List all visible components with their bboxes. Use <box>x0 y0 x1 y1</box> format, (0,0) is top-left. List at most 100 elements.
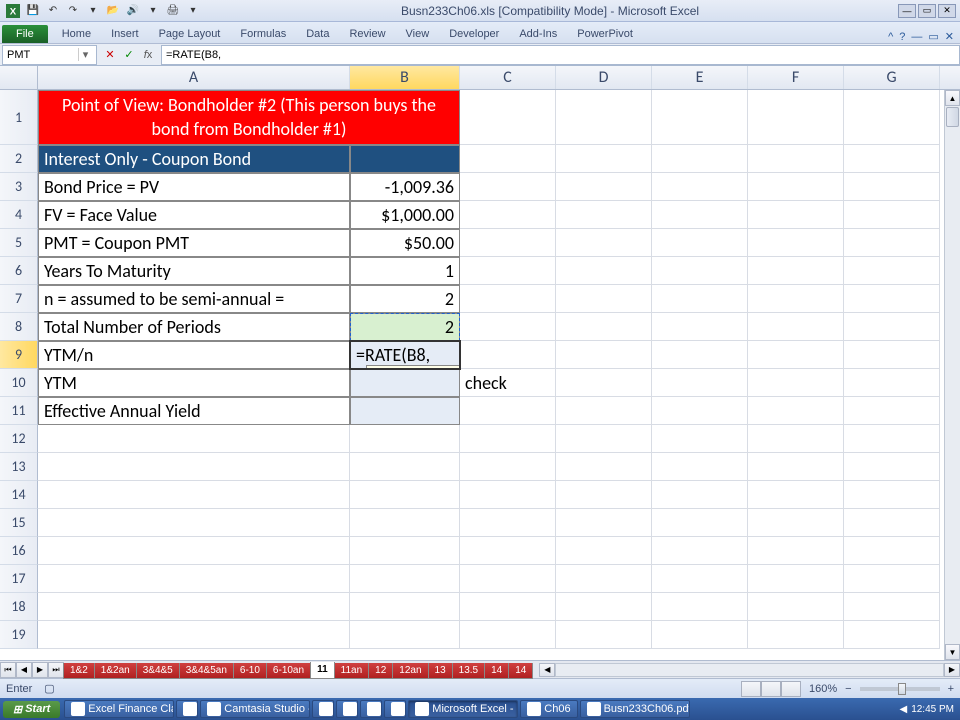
taskbar-item[interactable] <box>360 700 382 718</box>
scroll-thumb[interactable] <box>946 107 959 127</box>
taskbar-item[interactable] <box>384 700 406 718</box>
scroll-down-icon[interactable]: ▼ <box>945 644 960 660</box>
cell-B11[interactable] <box>350 397 460 425</box>
taskbar-item[interactable] <box>312 700 334 718</box>
select-all-corner[interactable] <box>0 66 38 89</box>
sheet-tab-1&2[interactable]: 1&2 <box>63 663 95 679</box>
sheet-tab-11[interactable]: 11 <box>310 662 335 679</box>
row-header-9[interactable]: 9 <box>0 341 38 369</box>
sheet-tab-13[interactable]: 13 <box>428 663 453 679</box>
hscroll-track[interactable] <box>555 663 944 677</box>
tab-insert[interactable]: Insert <box>101 25 149 43</box>
cell-A5[interactable]: PMT = Coupon PMT <box>38 229 350 257</box>
undo-icon[interactable]: ↶ <box>44 2 62 20</box>
vertical-scrollbar[interactable]: ▲ ▼ <box>944 90 960 660</box>
cell-A3[interactable]: Bond Price = PV <box>38 173 350 201</box>
zoom-out-icon[interactable]: − <box>845 683 851 695</box>
sheet-tab-6-10an[interactable]: 6-10an <box>266 663 311 679</box>
cell-A10[interactable]: YTM <box>38 369 350 397</box>
zoom-in-icon[interactable]: + <box>948 683 954 695</box>
taskbar-item[interactable]: Microsoft Excel - ... <box>408 700 518 718</box>
close-button[interactable]: ✕ <box>938 4 956 18</box>
tab-page-layout[interactable]: Page Layout <box>149 25 231 43</box>
cell-A4[interactable]: FV = Face Value <box>38 201 350 229</box>
cell-C1[interactable] <box>460 90 556 145</box>
row-header-17[interactable]: 17 <box>0 565 38 593</box>
tab-home[interactable]: Home <box>52 25 101 43</box>
sheet-tab-11an[interactable]: 11an <box>334 663 370 679</box>
sheet-tab-6-10[interactable]: 6-10 <box>233 663 267 679</box>
cell-A7[interactable]: n = assumed to be semi-annual = <box>38 285 350 313</box>
row-header-19[interactable]: 19 <box>0 621 38 649</box>
cell-A6[interactable]: Years To Maturity <box>38 257 350 285</box>
maximize-button[interactable]: ▭ <box>918 4 936 18</box>
col-header-G[interactable]: G <box>844 66 940 89</box>
sheet-tab-14[interactable]: 14 <box>484 663 509 679</box>
cell-B10[interactable] <box>350 369 460 397</box>
cell-A1-merged[interactable]: Point of View: Bondholder #2 (This perso… <box>38 90 460 145</box>
cell-A8[interactable]: Total Number of Periods <box>38 313 350 341</box>
print-preview-icon[interactable]: 🖨 <box>164 2 182 20</box>
cancel-icon[interactable]: ✕ <box>101 46 119 64</box>
sheet-last-icon[interactable]: ⏭ <box>48 662 64 678</box>
hscroll-left-icon[interactable]: ◀ <box>539 663 555 677</box>
sheet-first-icon[interactable]: ⏮ <box>0 662 16 678</box>
minimize-button[interactable]: — <box>898 4 916 18</box>
ribbon-minimize-icon[interactable]: ^ <box>888 31 893 43</box>
row-header-5[interactable]: 5 <box>0 229 38 257</box>
cell-B7[interactable]: 2 <box>350 285 460 313</box>
excel-icon[interactable]: X <box>4 2 22 20</box>
tray-icon[interactable]: ◀ <box>899 704 907 715</box>
row-header-1[interactable]: 1 <box>0 90 38 145</box>
row-header-2[interactable]: 2 <box>0 145 38 173</box>
sheet-tab-1&2an[interactable]: 1&2an <box>94 663 137 679</box>
fx-icon[interactable]: fx <box>139 46 157 64</box>
start-button[interactable]: ⊞ Start <box>3 701 60 718</box>
taskbar-item[interactable] <box>176 700 198 718</box>
name-box-dropdown-icon[interactable]: ▾ <box>78 48 92 61</box>
sheet-tab-12[interactable]: 12 <box>368 663 393 679</box>
hscroll-right-icon[interactable]: ▶ <box>944 663 960 677</box>
sheet-next-icon[interactable]: ▶ <box>32 662 48 678</box>
zoom-thumb[interactable] <box>898 683 906 695</box>
cell-C10[interactable]: check <box>460 369 556 397</box>
function-tooltip[interactable]: RATE(nper, pmt, pv, [fv], [type], [guess… <box>366 365 460 369</box>
cell-B4[interactable]: $1,000.00 <box>350 201 460 229</box>
zoom-slider[interactable] <box>860 687 940 691</box>
tab-developer[interactable]: Developer <box>439 25 509 43</box>
view-normal-icon[interactable] <box>741 681 761 697</box>
row-header-13[interactable]: 13 <box>0 453 38 481</box>
row-header-11[interactable]: 11 <box>0 397 38 425</box>
sheet-tab-13.5[interactable]: 13.5 <box>452 663 485 679</box>
col-header-A[interactable]: A <box>38 66 350 89</box>
speak-icon[interactable]: 🔊 <box>124 2 142 20</box>
cell-C2[interactable] <box>460 145 556 173</box>
cell-A9[interactable]: YTM/n <box>38 341 350 369</box>
workbook-min-icon[interactable]: — <box>911 31 922 43</box>
sheet-tab-14[interactable]: 14 <box>508 663 533 679</box>
cell-B8[interactable]: 2 <box>350 313 460 341</box>
name-box[interactable]: PMT ▾ <box>2 45 97 65</box>
taskbar-item[interactable]: Ch06 <box>520 700 577 718</box>
tab-powerpivot[interactable]: PowerPivot <box>567 25 643 43</box>
col-header-D[interactable]: D <box>556 66 652 89</box>
enter-icon[interactable]: ✓ <box>120 46 138 64</box>
macro-record-icon[interactable]: ▢ <box>44 682 54 695</box>
view-page-break-icon[interactable] <box>781 681 801 697</box>
cell-E1[interactable] <box>652 90 748 145</box>
row-header-8[interactable]: 8 <box>0 313 38 341</box>
taskbar-item[interactable] <box>336 700 358 718</box>
taskbar-item[interactable]: Excel Finance Clas... <box>64 700 174 718</box>
cell-B5[interactable]: $50.00 <box>350 229 460 257</box>
row-header-6[interactable]: 6 <box>0 257 38 285</box>
col-header-F[interactable]: F <box>748 66 844 89</box>
cell-D1[interactable] <box>556 90 652 145</box>
tab-formulas[interactable]: Formulas <box>230 25 296 43</box>
system-tray[interactable]: ◀ 12:45 PM <box>893 704 960 715</box>
col-header-E[interactable]: E <box>652 66 748 89</box>
cell-F1[interactable] <box>748 90 844 145</box>
qat-custom-icon[interactable]: ▾ <box>184 2 202 20</box>
row-header-16[interactable]: 16 <box>0 537 38 565</box>
redo-icon[interactable]: ↷ <box>64 2 82 20</box>
cell-B6[interactable]: 1 <box>350 257 460 285</box>
